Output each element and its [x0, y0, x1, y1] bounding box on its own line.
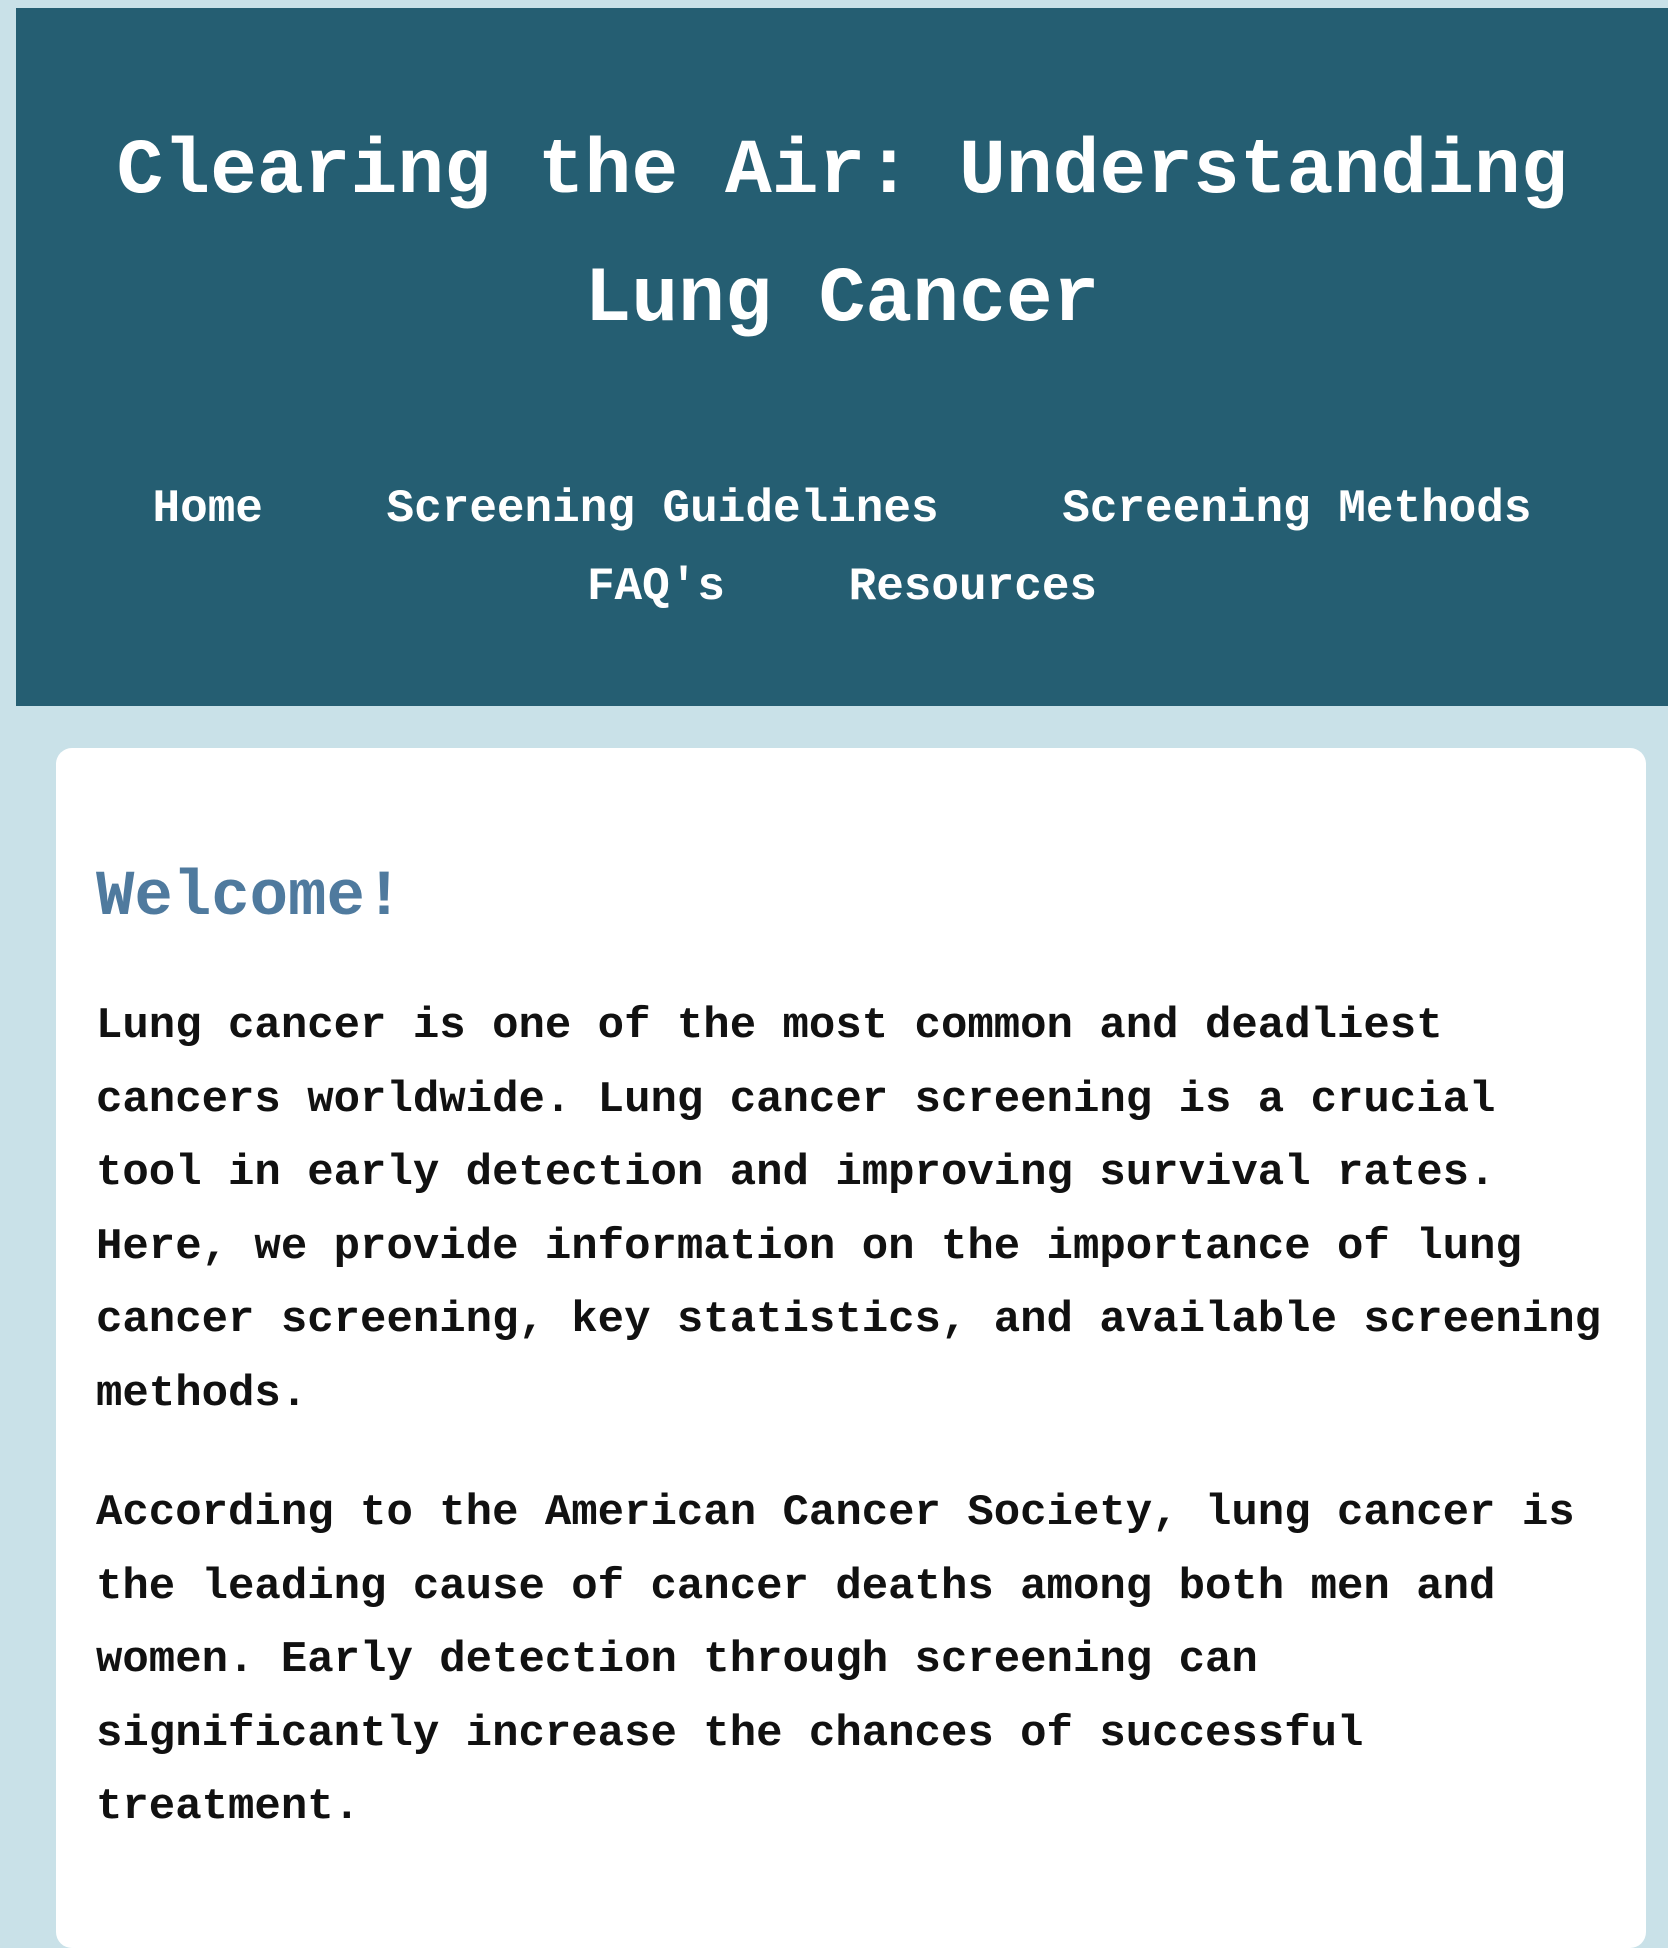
main-nav: Home Screening Guidelines Screening Meth… — [16, 470, 1668, 626]
nav-link-screening-methods[interactable]: Screening Methods — [1062, 470, 1531, 548]
nav-link-faqs[interactable]: FAQ's — [587, 548, 725, 626]
nav-link-screening-guidelines[interactable]: Screening Guidelines — [387, 470, 939, 548]
site-title: Clearing the Air: Understanding Lung Can… — [116, 128, 1568, 344]
nav-link-home[interactable]: Home — [152, 470, 262, 548]
welcome-section: Welcome! Lung cancer is one of the most … — [56, 748, 1646, 1948]
site-header: Clearing the Air: Understanding Lung Can… — [16, 8, 1668, 706]
intro-paragraph: Lung cancer is one of the most common an… — [96, 1001, 1602, 1419]
statistics-paragraph: According to the American Cancer Society… — [96, 1488, 1575, 1832]
nav-link-resources[interactable]: Resources — [849, 548, 1097, 626]
welcome-heading: Welcome! — [96, 862, 404, 934]
